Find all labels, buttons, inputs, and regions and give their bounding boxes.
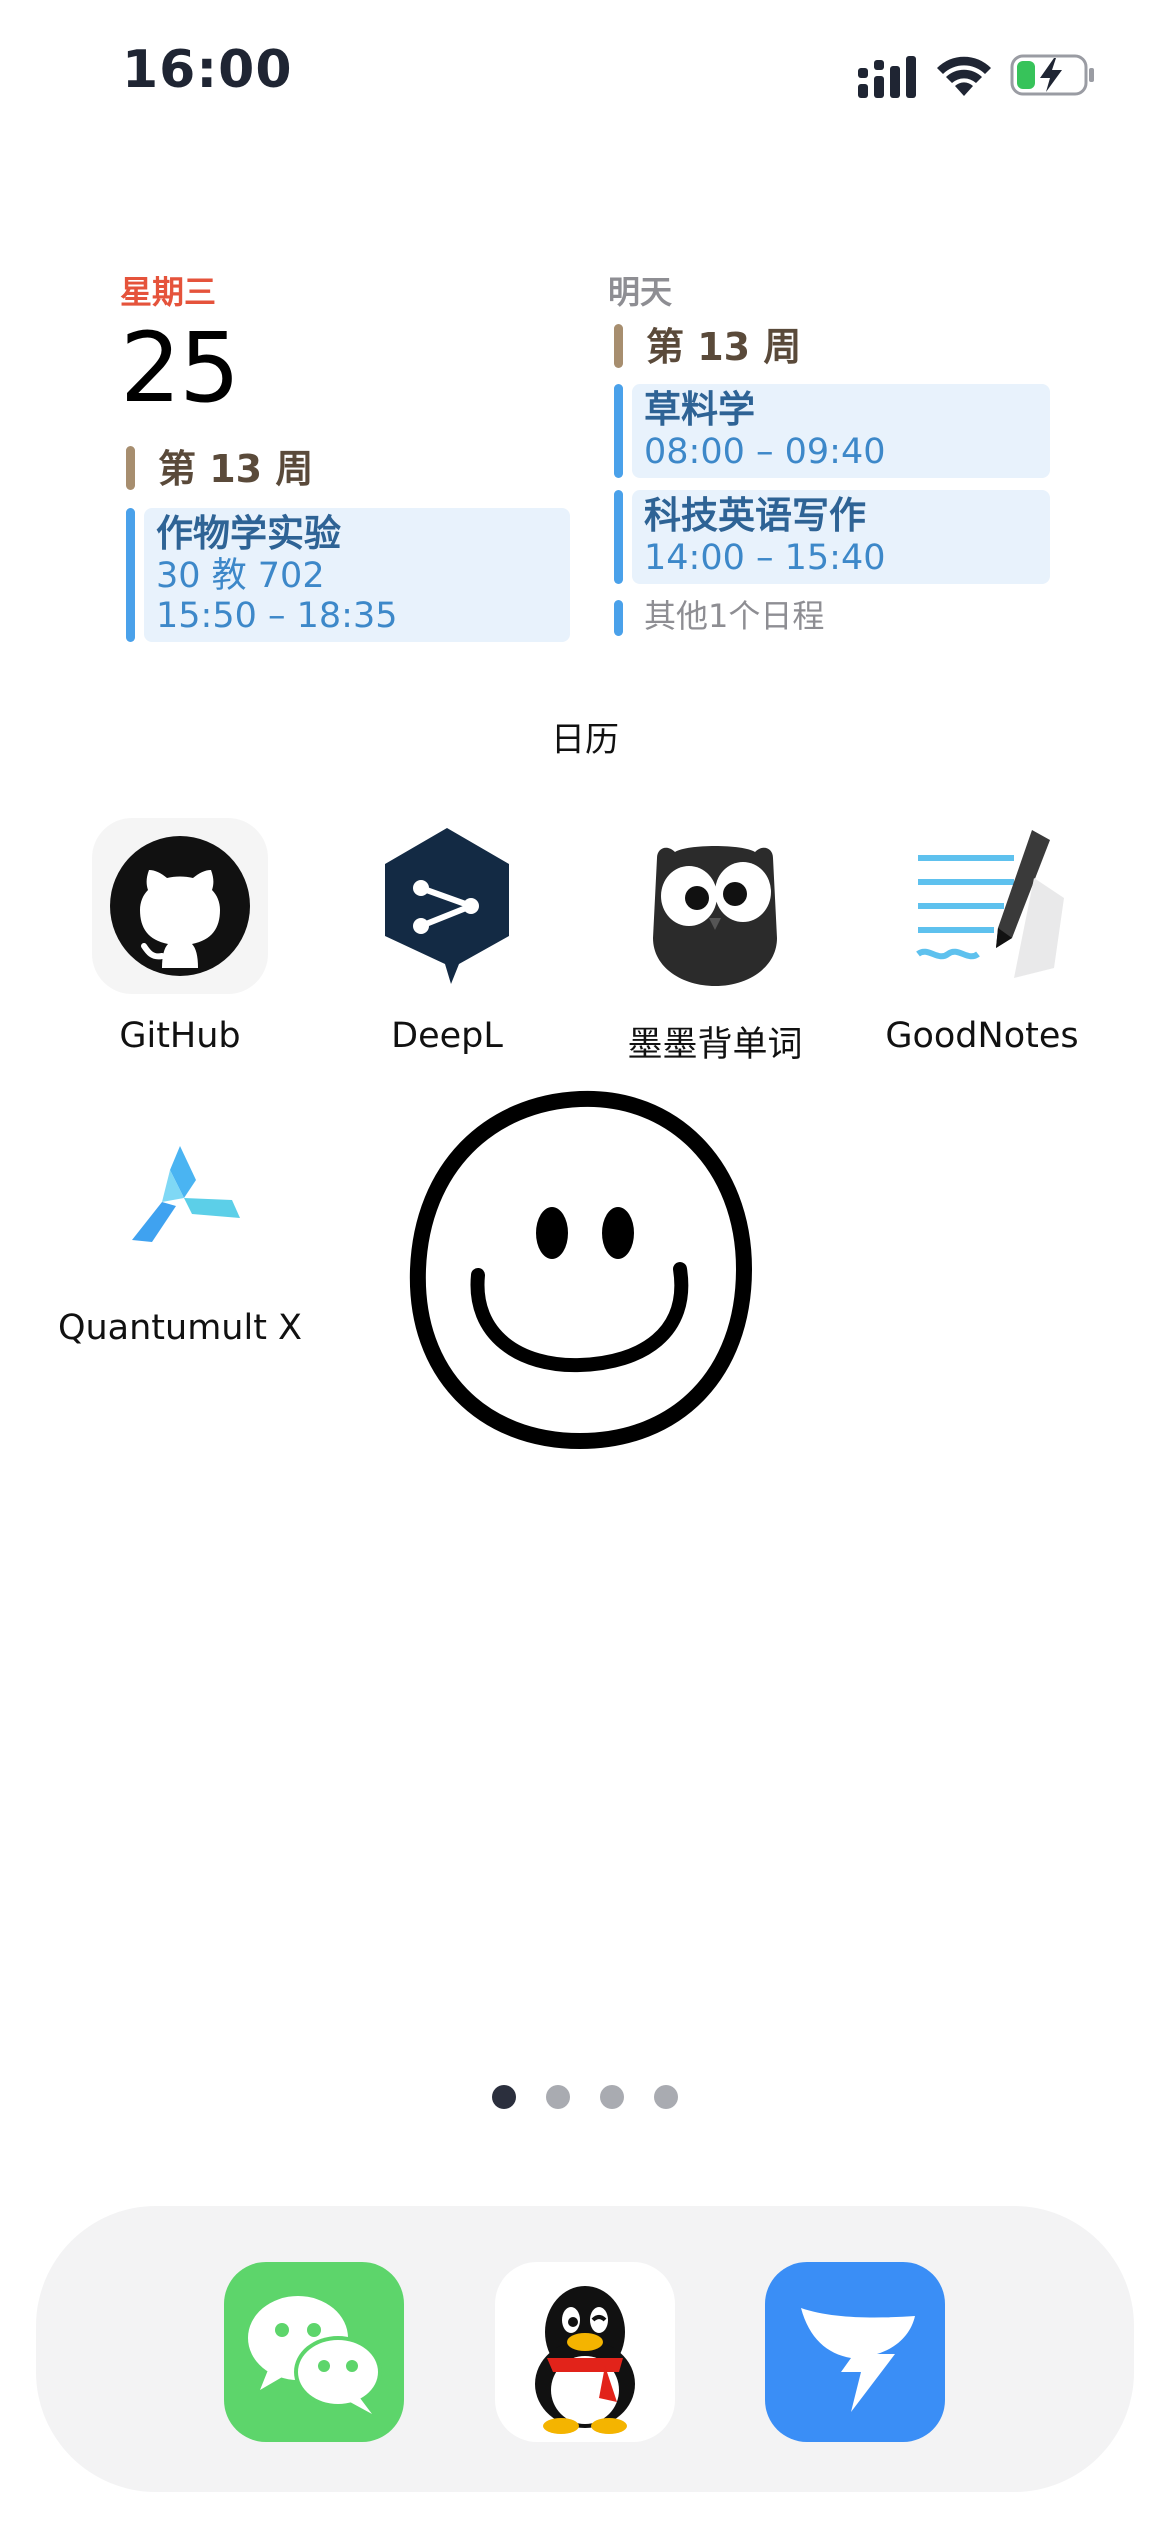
event-bar — [614, 600, 623, 636]
app-goodnotes[interactable]: GoodNotes — [852, 818, 1112, 1056]
calendar-tomorrow-label: 明天 — [608, 273, 673, 311]
event-card: 科技英语写作 14:00 – 15:40 — [632, 490, 1050, 584]
wechat-icon[interactable] — [224, 2262, 404, 2442]
event-time: 15:50 – 18:35 — [156, 596, 398, 636]
smiley-face-icon[interactable] — [400, 1085, 760, 1455]
event-card: 作物学实验 30 教 702 15:50 – 18:35 — [144, 508, 570, 642]
deepl-icon[interactable] — [359, 818, 535, 994]
momo-owl-icon[interactable] — [627, 818, 803, 994]
calendar-week-label: 第 13 周 — [158, 447, 314, 491]
app-quantumult-x[interactable]: Quantumult X — [50, 1110, 310, 1348]
calendar-tomorrow-column: 明天 第 13 周 草料学 08:00 – 09:40 科技英语写作 14:00… — [608, 270, 1050, 636]
event-card: 草料学 08:00 – 09:40 — [632, 384, 1050, 478]
wifi-icon — [937, 56, 991, 96]
app-label: GoodNotes — [885, 1016, 1079, 1056]
app-github[interactable]: GitHub — [50, 818, 310, 1056]
page-dot[interactable] — [600, 2085, 624, 2109]
dock — [36, 2206, 1134, 2492]
event-bar — [126, 508, 135, 642]
app-label: 墨墨背单词 — [627, 1025, 803, 1065]
calendar-event[interactable]: 科技英语写作 14:00 – 15:40 — [608, 490, 1050, 584]
event-title: 草料学 — [644, 388, 755, 431]
event-time: 14:00 – 15:40 — [644, 538, 886, 578]
cellular-signal-icon — [858, 56, 916, 98]
app-deepl[interactable]: DeepL — [317, 818, 577, 1056]
goodnotes-icon[interactable] — [894, 818, 1070, 994]
qq-penguin-icon[interactable] — [495, 2262, 675, 2442]
calendar-week-row: 第 13 周 — [120, 444, 570, 494]
app-label: DeepL — [391, 1016, 503, 1056]
event-bar — [614, 384, 623, 478]
github-icon[interactable] — [92, 818, 268, 994]
calendar-week-label: 第 13 周 — [646, 325, 802, 369]
widget-label: 日历 — [551, 720, 619, 760]
page-indicator[interactable] — [0, 2085, 1170, 2109]
page-dot[interactable] — [546, 2085, 570, 2109]
app-label: GitHub — [119, 1016, 241, 1056]
calendar-weekday: 星期三 — [120, 273, 217, 311]
calendar-more-events[interactable]: 其他1个日程 — [608, 596, 1050, 636]
event-title: 作物学实验 — [156, 512, 341, 555]
calendar-week-row: 第 13 周 — [608, 322, 1050, 372]
event-title: 科技英语写作 — [644, 494, 866, 537]
event-location: 30 教 702 — [156, 556, 325, 596]
calendar-widget[interactable]: 星期三 25 第 13 周 作物学实验 30 教 702 15:50 – 18:… — [120, 270, 1050, 650]
status-time: 16:00 — [122, 40, 293, 100]
event-bar — [614, 490, 623, 584]
more-events-label: 其他1个日程 — [644, 597, 825, 635]
dingtalk-icon[interactable] — [765, 2262, 945, 2442]
quantumult-icon[interactable] — [92, 1110, 268, 1286]
calendar-today-column: 星期三 25 第 13 周 作物学实验 30 教 702 15:50 – 18:… — [120, 270, 570, 642]
page-dot[interactable] — [492, 2085, 516, 2109]
app-label: Quantumult X — [57, 1308, 303, 1348]
week-bar — [614, 324, 623, 368]
calendar-date: 25 — [120, 312, 240, 424]
status-bar: 16:00 — [0, 0, 1170, 150]
calendar-event[interactable]: 作物学实验 30 教 702 15:50 – 18:35 — [120, 508, 570, 642]
page-dot[interactable] — [654, 2085, 678, 2109]
app-momo[interactable]: 墨墨背单词 — [585, 818, 845, 1067]
event-time: 08:00 – 09:40 — [644, 432, 886, 472]
calendar-event[interactable]: 草料学 08:00 – 09:40 — [608, 384, 1050, 478]
battery-charging-icon — [1010, 54, 1094, 96]
week-bar — [126, 446, 135, 490]
